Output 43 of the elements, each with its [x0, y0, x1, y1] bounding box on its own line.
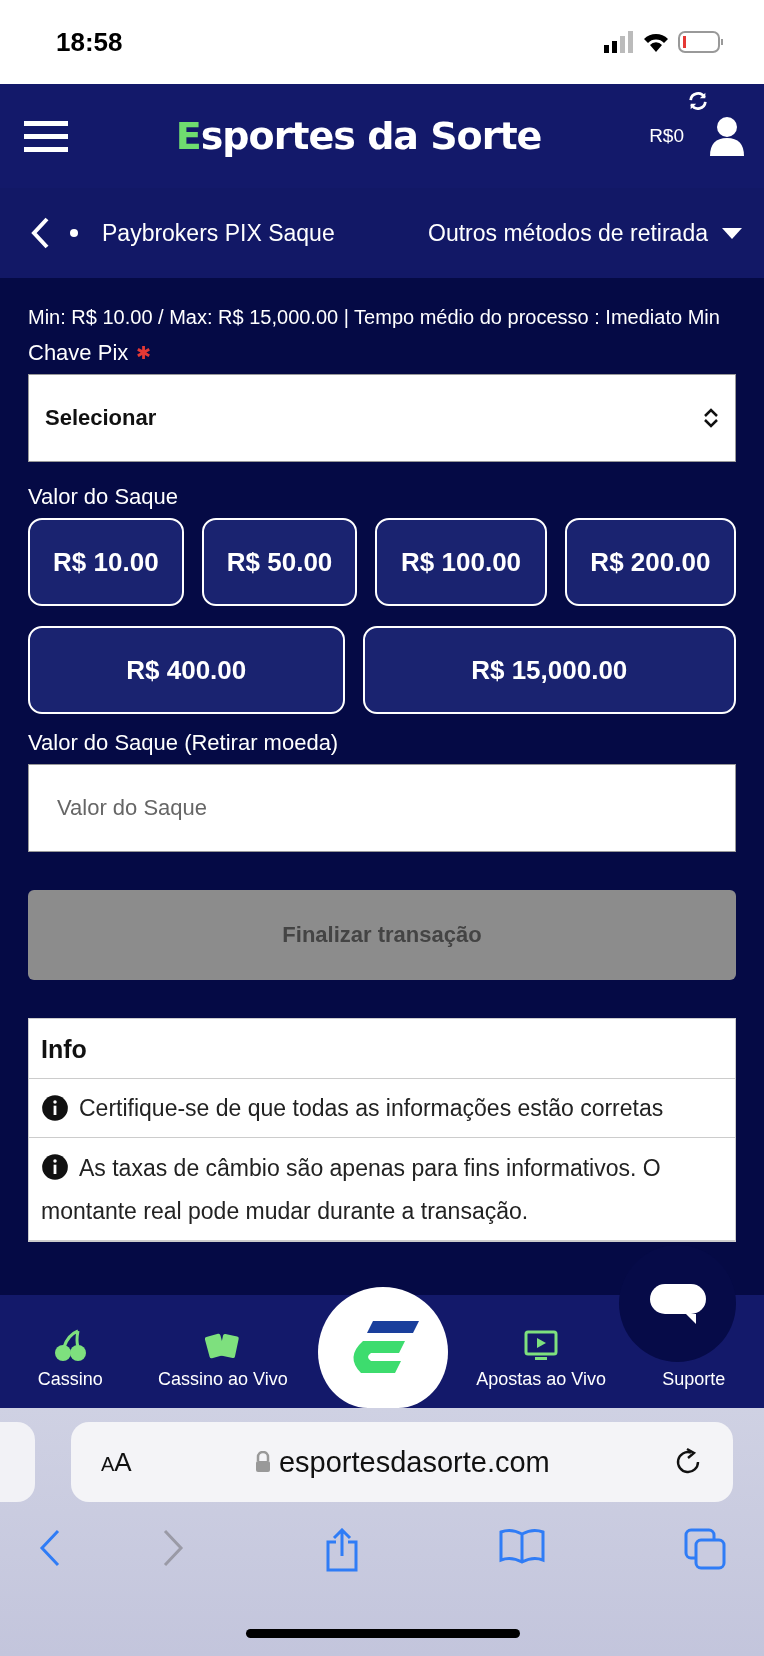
- amount-button[interactable]: R$ 100.00: [375, 518, 547, 606]
- amount-button[interactable]: R$ 50.00: [201, 518, 358, 606]
- tv-play-icon: [523, 1329, 560, 1363]
- battery-icon: [678, 30, 724, 54]
- limits-text: Min: R$ 10.00 / Max: R$ 15,000.00 | Tempo médio do processo : Imediato Min: [28, 305, 721, 330]
- signal-icon: [604, 31, 634, 53]
- method-title: Paybrokers PIX Saque: [102, 219, 335, 247]
- text-size-button[interactable]: AA: [101, 1446, 132, 1478]
- chevron-updown-icon: [703, 407, 719, 429]
- caret-icon[interactable]: [722, 226, 742, 240]
- back-icon[interactable]: [30, 216, 50, 250]
- required-mark: ✱: [136, 342, 152, 364]
- menu-icon[interactable]: [24, 119, 68, 153]
- amount-input[interactable]: Valor do Saque: [28, 764, 736, 852]
- nav-item[interactable]: Cassino: [37, 1327, 103, 1390]
- lock-icon: [254, 1451, 271, 1473]
- field-label: Chave Pix: [28, 340, 129, 366]
- bullet-icon: [70, 229, 78, 237]
- info-text: As taxas de câmbio são apenas para fins informativos. O montante real pode mudar durante a transação.: [41, 1152, 662, 1226]
- amount-button[interactable]: R$ 400.00: [28, 626, 345, 714]
- status-time: 18:58: [56, 26, 123, 58]
- amount-button[interactable]: R$ 10.00: [28, 518, 184, 606]
- refresh-icon[interactable]: [687, 90, 709, 112]
- info-text: Certifique-se de que todas as informações estão corretas: [79, 1094, 664, 1123]
- amount-button[interactable]: R$ 15,000.00: [362, 626, 736, 714]
- info-icon: [41, 1153, 69, 1181]
- field-label: Valor do Saque (Retirar moeda): [28, 730, 339, 756]
- cherries-icon: [52, 1327, 89, 1363]
- address-bar[interactable]: AA esportesdasorte.com: [71, 1422, 733, 1502]
- info-icon: [41, 1094, 69, 1122]
- card-title: Info: [29, 1019, 735, 1079]
- user-icon[interactable]: [710, 116, 744, 156]
- nav-item[interactable]: Suporte: [662, 1369, 726, 1390]
- url-text: esportesdasorte.com: [278, 1445, 550, 1479]
- nav-item[interactable]: Cassino ao Vivo: [157, 1331, 288, 1390]
- logo[interactable]: Esportes da Sorte: [68, 114, 650, 158]
- amount-button[interactable]: R$ 200.00: [564, 518, 736, 606]
- other-methods-dropdown[interactable]: Outros métodos de retirada: [428, 219, 708, 247]
- field-label: Valor do Saque: [28, 484, 179, 510]
- pix-key-select[interactable]: Selecionar: [28, 374, 736, 462]
- nav-item[interactable]: Apostas ao Vivo: [476, 1329, 607, 1390]
- balance: R$0: [649, 125, 684, 147]
- wifi-icon: [642, 31, 670, 53]
